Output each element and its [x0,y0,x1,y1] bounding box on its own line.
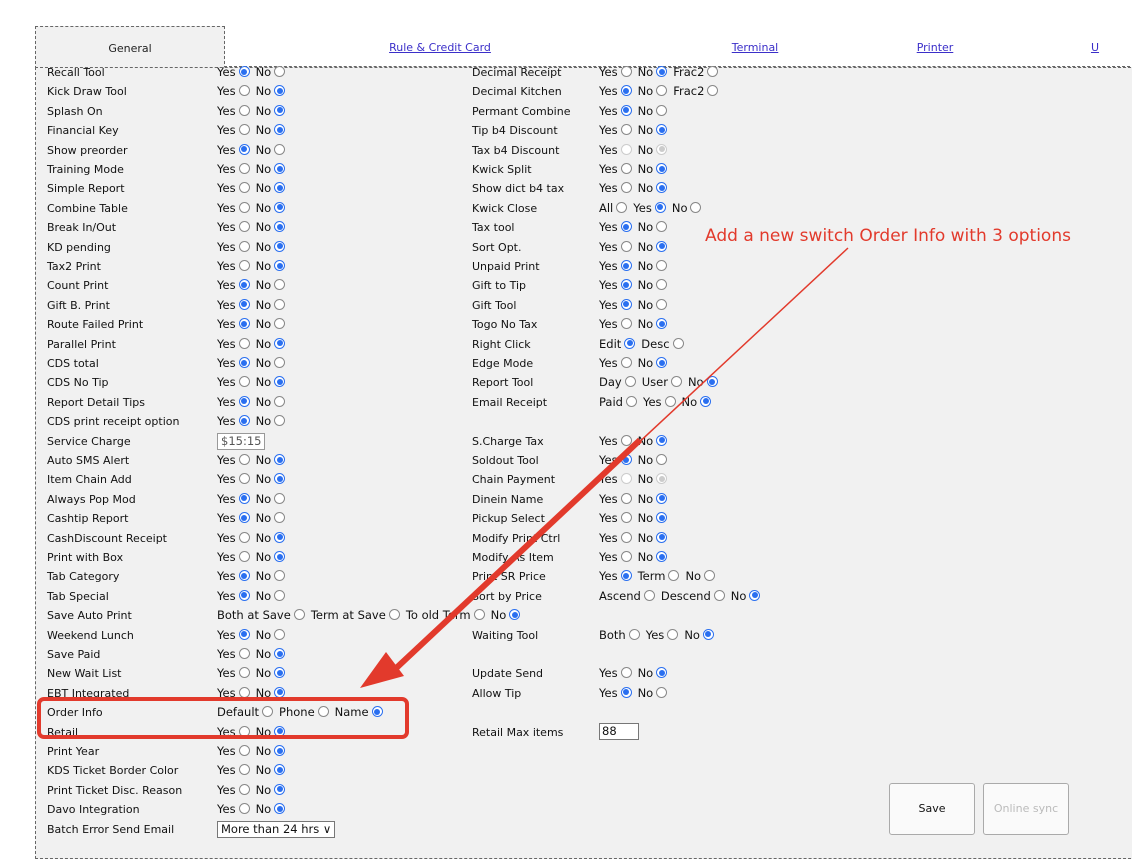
arrow-head [360,652,404,688]
arrow-thick-line [389,437,643,675]
annotation-text: Add a new switch Order Info with 3 optio… [705,226,1071,246]
annotation-arrow [360,247,849,688]
